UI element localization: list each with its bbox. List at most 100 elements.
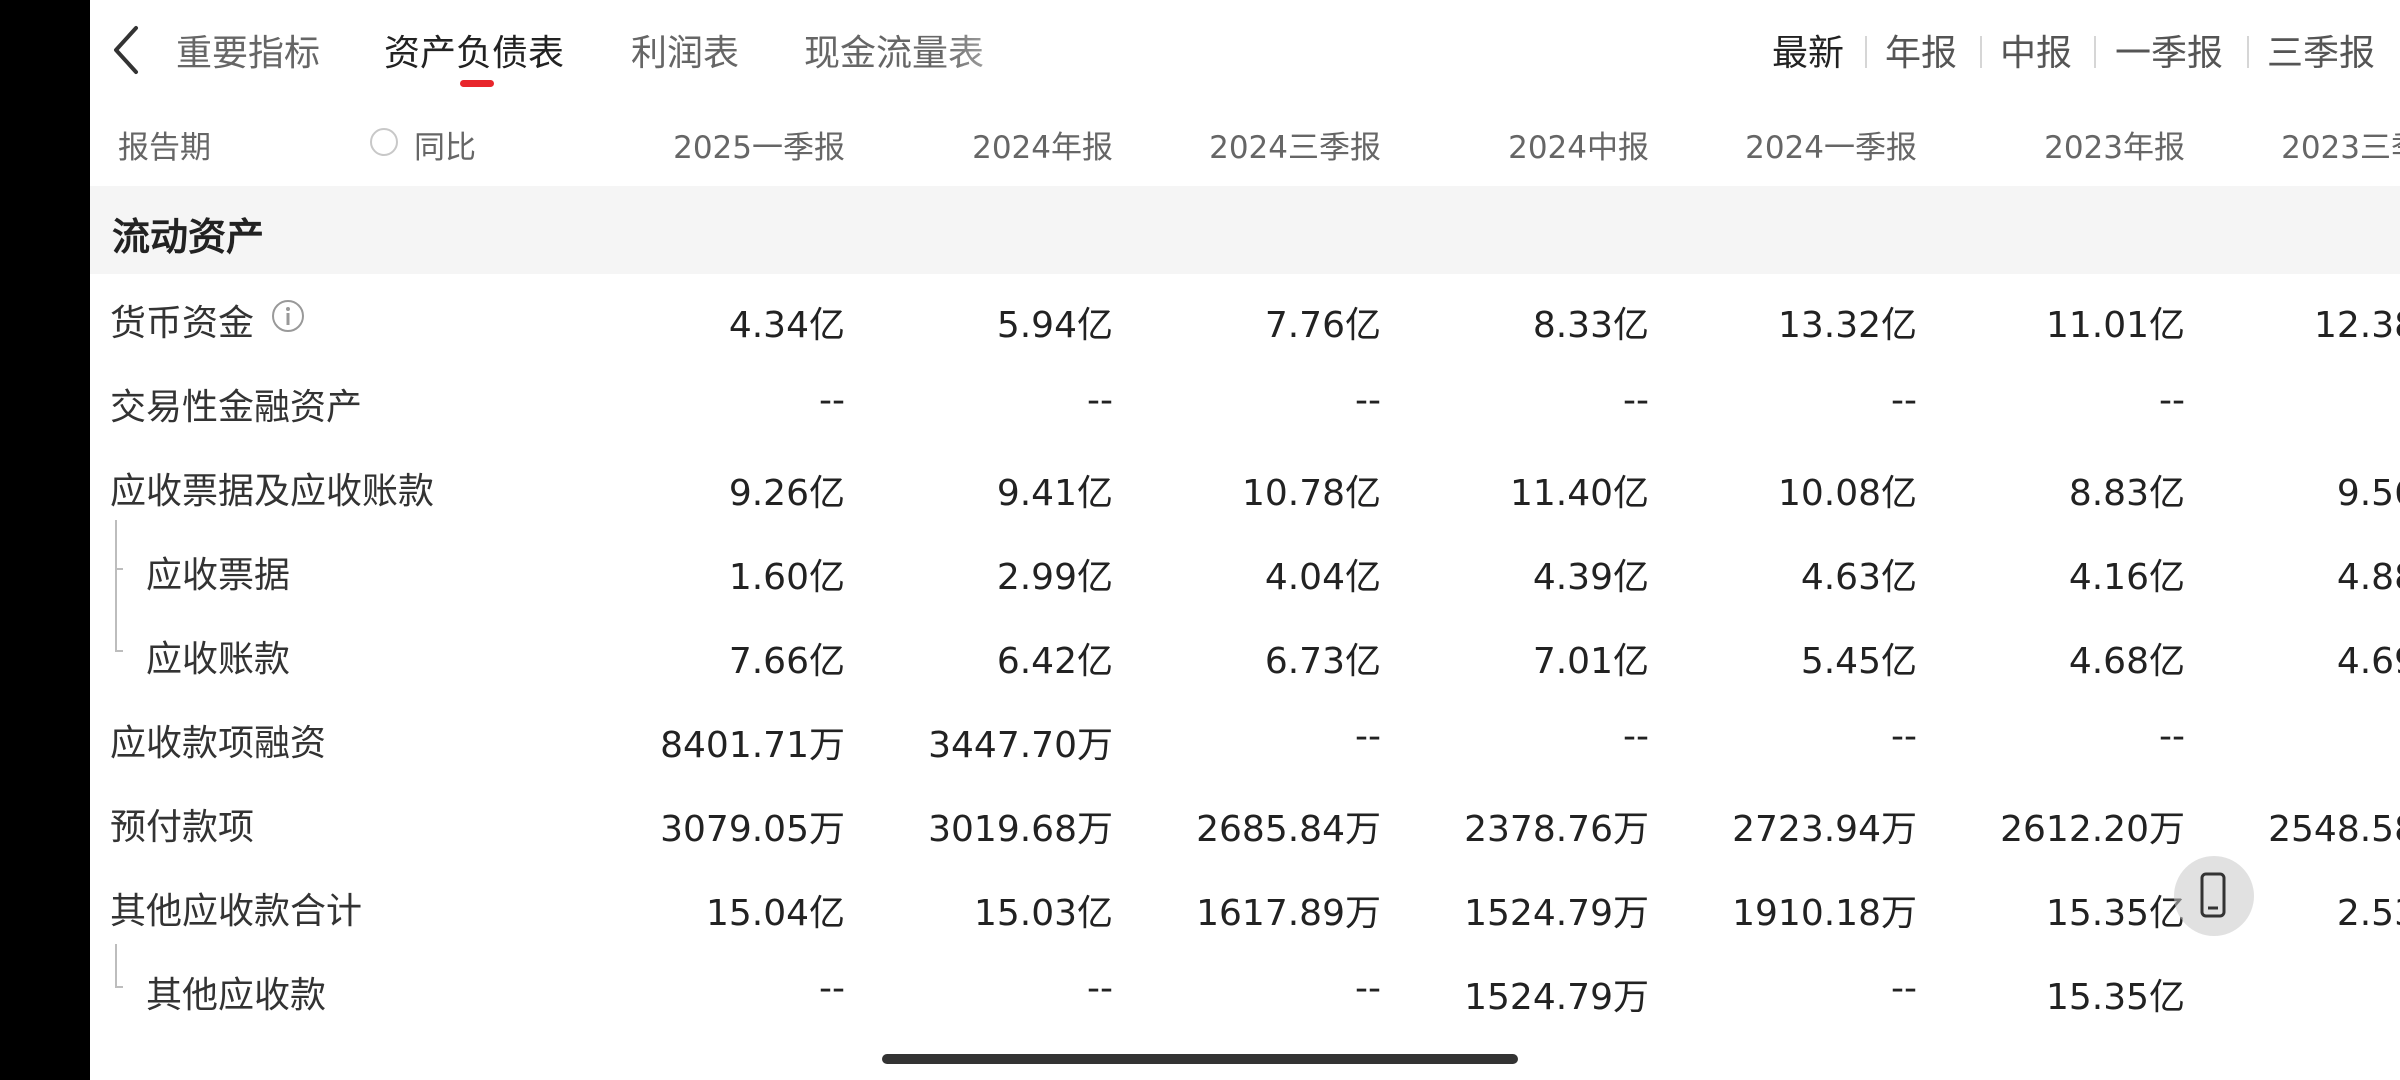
table-cell: 4.39亿 <box>1532 557 1649 598</box>
table-cell: 6.42亿 <box>996 641 1113 682</box>
period-interim[interactable]: 中报 <box>2000 24 2072 76</box>
info-icon[interactable] <box>270 298 306 334</box>
column-header: 2023三季报 <box>2281 130 2400 166</box>
table-cell: 15.35亿 <box>2045 977 2185 1018</box>
table-cell: 4.34亿 <box>728 305 845 346</box>
table-cell: 11.01亿 <box>2045 305 2185 346</box>
table-cell: 15.03亿 <box>973 893 1113 934</box>
table-cell: 2.53万 <box>2336 893 2400 934</box>
table-cell: 3079.05万 <box>660 809 845 850</box>
table-cell: 4.16亿 <box>2068 557 2185 598</box>
table-cell: -- <box>2159 380 2185 421</box>
table-cell: 4.69亿 <box>2336 641 2400 682</box>
table-row[interactable]: 货币资金 4.34亿 5.94亿 7.76亿 8.33亿 13.32亿 11.0… <box>90 274 2400 358</box>
table-cell: 2548.58万 <box>2268 809 2400 850</box>
report-period-label: 报告期 <box>118 130 211 166</box>
column-header: 2024一季报 <box>1745 130 1917 166</box>
table-cell: -- <box>1891 716 1917 757</box>
column-header: 2023年报 <box>2044 130 2185 166</box>
table-row[interactable]: 应收账款 7.66亿 6.42亿 6.73亿 7.01亿 5.45亿 4.68亿… <box>90 610 2400 694</box>
back-button[interactable] <box>100 20 160 80</box>
column-header-row: 报告期 同比 2025一季报 2024年报 2024三季报 2024中报 202… <box>90 108 2400 178</box>
table-cell: -- <box>1623 716 1649 757</box>
table-cell: 2.99亿 <box>996 557 1113 598</box>
tab-balance-sheet[interactable]: 资产负债表 <box>384 24 564 76</box>
table-cell: 4.04亿 <box>1264 557 1381 598</box>
row-label: 预付款项 <box>110 807 255 848</box>
table-cell: 8.83亿 <box>2068 473 2185 514</box>
table-cell: -- <box>1087 968 1113 1009</box>
table-cell: -- <box>1087 380 1113 421</box>
period-divider <box>1980 36 1982 68</box>
table-cell: 3019.68万 <box>928 809 1113 850</box>
floating-phone-button[interactable] <box>2174 856 2254 936</box>
period-divider <box>1865 36 1867 68</box>
period-latest[interactable]: 最新 <box>1772 24 1844 76</box>
column-header: 2024中报 <box>1508 130 1649 166</box>
table-cell: -- <box>1623 380 1649 421</box>
row-label: 其他应收款合计 <box>110 891 363 932</box>
table-cell: -- <box>2159 716 2185 757</box>
table-cell: 15.04亿 <box>705 893 845 934</box>
table-cell: 5.45亿 <box>1800 641 1917 682</box>
table-row[interactable]: 应收票据 1.60亿 2.99亿 4.04亿 4.39亿 4.63亿 4.16亿… <box>90 526 2400 610</box>
table-cell: 7.76亿 <box>1264 305 1381 346</box>
table-row[interactable]: 其他应收款合计 15.04亿 15.03亿 1617.89万 1524.79万 … <box>90 862 2400 946</box>
table-cell: 1524.79万 <box>1464 977 1649 1018</box>
row-label: 交易性金融资产 <box>110 387 363 428</box>
row-label: 其他应收款 <box>146 975 327 1016</box>
table-cell: 4.88亿 <box>2336 557 2400 598</box>
radio-circle-icon <box>370 128 398 156</box>
table-cell: 9.26亿 <box>728 473 845 514</box>
table-cell: 13.32亿 <box>1777 305 1917 346</box>
table-cell: 12.38亿 <box>2313 305 2400 346</box>
table-cell: -- <box>1355 968 1381 1009</box>
tab-scroll-fade <box>940 10 1120 90</box>
row-label: 应收款项融资 <box>110 723 327 764</box>
home-indicator[interactable] <box>882 1054 1518 1064</box>
table-cell: 15.35亿 <box>2045 893 2185 934</box>
table-cell: -- <box>1355 716 1381 757</box>
column-header: 2025一季报 <box>673 130 845 166</box>
table-cell: 3447.70万 <box>928 725 1113 766</box>
table-cell: 1910.18万 <box>1732 893 1917 934</box>
chevron-left-icon <box>114 26 138 74</box>
screen: 重要指标 资产负债表 利润表 现金流量表 最新 年报 中报 一季报 三季报 报告… <box>90 0 2400 1080</box>
period-divider <box>2094 36 2096 68</box>
table-row[interactable]: 交易性金融资产 -- -- -- -- -- -- -- <box>90 358 2400 442</box>
table-row[interactable]: 应收款项融资 8401.71万 3447.70万 -- -- -- -- -- <box>90 694 2400 778</box>
column-header: 2024三季报 <box>1209 130 1381 166</box>
table-cell: 2378.76万 <box>1464 809 1649 850</box>
table-cell: 1617.89万 <box>1196 893 1381 934</box>
table-cell: -- <box>819 380 845 421</box>
row-label: 应收账款 <box>146 639 291 680</box>
period-q1[interactable]: 一季报 <box>2115 24 2223 76</box>
top-nav: 重要指标 资产负债表 利润表 现金流量表 最新 年报 中报 一季报 三季报 <box>90 0 2400 100</box>
row-label: 应收票据 <box>146 555 291 596</box>
period-divider <box>2247 36 2249 68</box>
table-cell: 2723.94万 <box>1732 809 1917 850</box>
row-label: 应收票据及应收账款 <box>110 471 435 512</box>
column-header: 2024年报 <box>972 130 1113 166</box>
table-cell: 4.63亿 <box>1800 557 1917 598</box>
phone-icon <box>2200 872 2226 918</box>
table-row[interactable]: 其他应收款 -- -- -- 1524.79万 -- 15.35亿 -- <box>90 946 2400 1030</box>
period-annual[interactable]: 年报 <box>1885 24 1957 76</box>
period-q3[interactable]: 三季报 <box>2267 24 2375 76</box>
table-row[interactable]: 应收票据及应收账款 9.26亿 9.41亿 10.78亿 11.40亿 10.0… <box>90 442 2400 526</box>
table-cell: 5.94亿 <box>996 305 1113 346</box>
table-cell: 9.41亿 <box>996 473 1113 514</box>
table-cell: 10.78亿 <box>1241 473 1381 514</box>
table-cell: 7.01亿 <box>1532 641 1649 682</box>
table-cell: 1524.79万 <box>1464 893 1649 934</box>
table-cell: 4.68亿 <box>2068 641 2185 682</box>
table-cell: -- <box>1891 380 1917 421</box>
table-row[interactable]: 预付款项 3079.05万 3019.68万 2685.84万 2378.76万… <box>90 778 2400 862</box>
table-cell: 10.08亿 <box>1777 473 1917 514</box>
tab-income-statement[interactable]: 利润表 <box>631 24 739 76</box>
table-cell: 7.66亿 <box>728 641 845 682</box>
table-cell: 8.33亿 <box>1532 305 1649 346</box>
yoy-label: 同比 <box>414 130 476 166</box>
tab-key-indicators[interactable]: 重要指标 <box>176 24 320 76</box>
table-cell: 11.40亿 <box>1509 473 1649 514</box>
